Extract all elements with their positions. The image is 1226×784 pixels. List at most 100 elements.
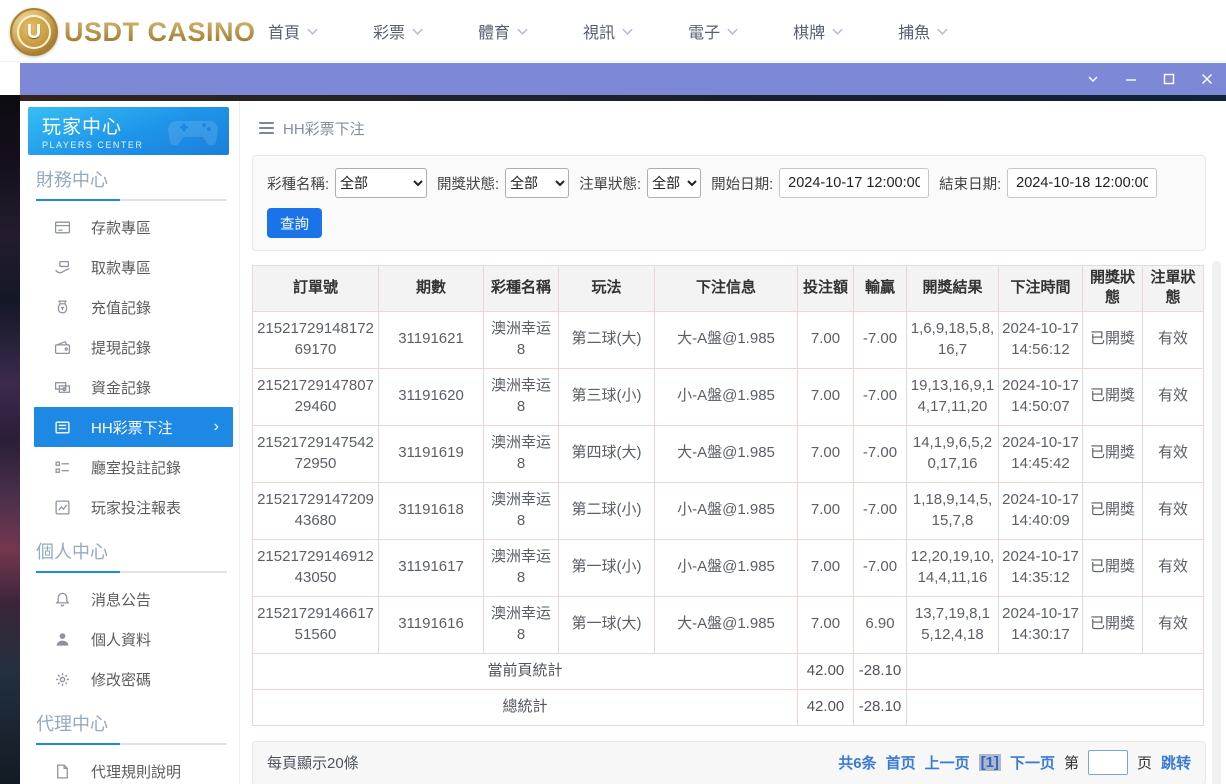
sidebar-section-title: 代理中心 — [20, 711, 239, 737]
summary-row: 總統計42.00-28.10 — [253, 689, 1204, 725]
sidebar-item-代理規則說明[interactable]: 代理規則說明 — [20, 751, 239, 784]
sidebar-item-存款專區[interactable]: 存款專區 — [20, 207, 239, 247]
summary-row: 當前頁統計42.00-28.10 — [253, 653, 1204, 689]
nav-item-label: 彩票 — [373, 19, 405, 43]
table-cell: 31191618 — [379, 482, 484, 539]
section-divider — [36, 199, 227, 201]
table-cell: 1,18,9,14,5,15,7,8 — [907, 482, 999, 539]
summary-bet-total: 42.00 — [798, 689, 854, 725]
table-cell: 2152172914691243050 — [253, 539, 379, 596]
nav-item-體育[interactable]: 體育 — [478, 19, 529, 43]
table-cell: 2024-10-17 14:45:42 — [999, 425, 1083, 482]
query-button[interactable]: 查詢 — [267, 208, 322, 238]
next-page-link[interactable]: 下一页 — [1010, 752, 1055, 773]
sidebar-item-label: 消息公告 — [91, 589, 151, 610]
first-page-link[interactable]: 首页 — [886, 752, 916, 773]
table-cell: 7.00 — [798, 311, 854, 368]
vertical-scrollbar[interactable] — [1212, 261, 1221, 784]
start-date-input[interactable] — [779, 168, 929, 198]
minimize-icon[interactable] — [1118, 68, 1144, 90]
sidebar-item-label: 廳室投註記錄 — [91, 457, 181, 478]
page-title: HH彩票下注 — [283, 118, 365, 139]
background-casino-image — [0, 95, 20, 784]
document-icon — [54, 762, 72, 780]
table-cell: 第三球(小) — [559, 368, 655, 425]
sidebar-item-label: 資金記錄 — [91, 377, 151, 398]
table-cell: 有效 — [1143, 368, 1204, 425]
deposit-card-icon — [54, 218, 72, 236]
prev-page-link[interactable]: 上一页 — [925, 752, 970, 773]
chevron-down-icon — [936, 25, 949, 38]
sidebar-item-HH彩票下注[interactable]: HH彩票下注› — [34, 407, 233, 447]
chevron-down-icon — [831, 25, 844, 38]
main-nav: 首頁 彩票 體育 視訊 電子 棋牌 捕魚 — [268, 0, 949, 62]
table-row: 215217291481726917031191621澳洲幸运8第二球(大)大-… — [253, 311, 1204, 368]
pager: 共6条 首页 上一页 [1] 下一页 第 页 跳转 — [838, 750, 1191, 775]
nav-item-電子[interactable]: 電子 — [688, 19, 739, 43]
table-cell: 澳洲幸运8 — [484, 539, 559, 596]
sidebar-item-充值記錄[interactable]: 充值記錄 — [20, 287, 239, 327]
table-cell: 2152172914780729460 — [253, 368, 379, 425]
draw-status-select[interactable]: 全部 — [505, 168, 569, 198]
sidebar-header: 玩家中心 PLAYERS CENTER — [28, 107, 229, 155]
table-cell: 有效 — [1143, 539, 1204, 596]
table-cell: 小-A盤@1.985 — [655, 539, 798, 596]
sidebar-item-廳室投註記錄[interactable]: 廳室投註記錄 — [20, 447, 239, 487]
sidebar-item-label: 取款專區 — [91, 257, 151, 278]
nav-item-視訊[interactable]: 視訊 — [583, 19, 634, 43]
sidebar-item-label: 代理規則說明 — [91, 761, 181, 782]
page-jump-input[interactable] — [1088, 750, 1128, 775]
draw-status-label: 開獎狀態: — [437, 173, 499, 194]
wallet-icon — [54, 338, 72, 356]
lottery-name-select[interactable]: 全部 — [335, 168, 427, 198]
chevron-down-icon[interactable] — [1080, 68, 1106, 90]
maximize-icon[interactable] — [1156, 68, 1182, 90]
total-count: 共6条 — [838, 752, 876, 773]
page-size-label: 每頁顯示20條 — [267, 752, 359, 773]
sidebar-section-title: 財務中心 — [20, 167, 239, 193]
jump-prefix: 第 — [1064, 752, 1079, 773]
table-cell: 有效 — [1143, 311, 1204, 368]
table-row: 215217291475427295031191619澳洲幸运8第四球(大)大-… — [253, 425, 1204, 482]
casino-coin-logo-icon: U — [10, 8, 58, 56]
table-cell: 已開獎 — [1083, 425, 1143, 482]
nav-item-棋牌[interactable]: 棋牌 — [793, 19, 844, 43]
jump-link[interactable]: 跳转 — [1161, 752, 1191, 773]
table-cell: -7.00 — [854, 368, 907, 425]
hall-records-icon — [54, 458, 72, 476]
table-cell: 澳洲幸运8 — [484, 596, 559, 653]
sidebar-item-玩家投注報表[interactable]: 玩家投注報表 — [20, 487, 239, 527]
nav-item-首頁[interactable]: 首頁 — [268, 19, 319, 43]
hamburger-icon[interactable] — [259, 122, 274, 134]
nav-item-捕魚[interactable]: 捕魚 — [898, 19, 949, 43]
end-date-input[interactable] — [1007, 168, 1157, 198]
sidebar-item-資金記錄[interactable]: 資金記錄 — [20, 367, 239, 407]
summary-bet-total: 42.00 — [798, 653, 854, 689]
table-cell: 6.90 — [854, 596, 907, 653]
summary-winloss-total: -28.10 — [854, 689, 907, 725]
table-cell: 7.00 — [798, 368, 854, 425]
brand[interactable]: U USDT CASINO — [10, 8, 256, 56]
sidebar-item-修改密碼[interactable]: 修改密碼 — [20, 659, 239, 699]
order-status-label: 注單狀態: — [579, 173, 641, 194]
sidebar-item-個人資料[interactable]: 個人資料 — [20, 619, 239, 659]
col-header: 開獎結果 — [907, 266, 999, 312]
table-cell: 2024-10-17 14:40:09 — [999, 482, 1083, 539]
table-cell: 12,20,19,10,14,4,11,16 — [907, 539, 999, 596]
table-cell: 31191619 — [379, 425, 484, 482]
col-header: 投注額 — [798, 266, 854, 312]
order-status-select[interactable]: 全部 — [647, 168, 701, 198]
close-icon[interactable] — [1194, 68, 1220, 90]
table-row: 215217291466175156031191616澳洲幸运8第一球(大)大-… — [253, 596, 1204, 653]
section-divider — [36, 571, 227, 573]
sidebar-item-提現記錄[interactable]: 提現記錄 — [20, 327, 239, 367]
sidebar-item-label: 修改密碼 — [91, 669, 151, 690]
nav-item-label: 捕魚 — [898, 19, 930, 43]
sidebar-sections: 財務中心存款專區取款專區充值記錄提現記錄資金記錄 HH彩票下注› 廳室投註記錄玩家投… — [20, 167, 239, 784]
sidebar-item-取款專區[interactable]: 取款專區 — [20, 247, 239, 287]
sidebar-item-消息公告[interactable]: 消息公告 — [20, 579, 239, 619]
table-body: 215217291481726917031191621澳洲幸运8第二球(大)大-… — [253, 311, 1204, 725]
bets-table: 訂單號期數彩種名稱玩法下注信息投注額輸贏開獎結果下注時間開獎狀態注單狀態 215… — [252, 265, 1204, 726]
nav-item-彩票[interactable]: 彩票 — [373, 19, 424, 43]
chevron-down-icon — [726, 25, 739, 38]
